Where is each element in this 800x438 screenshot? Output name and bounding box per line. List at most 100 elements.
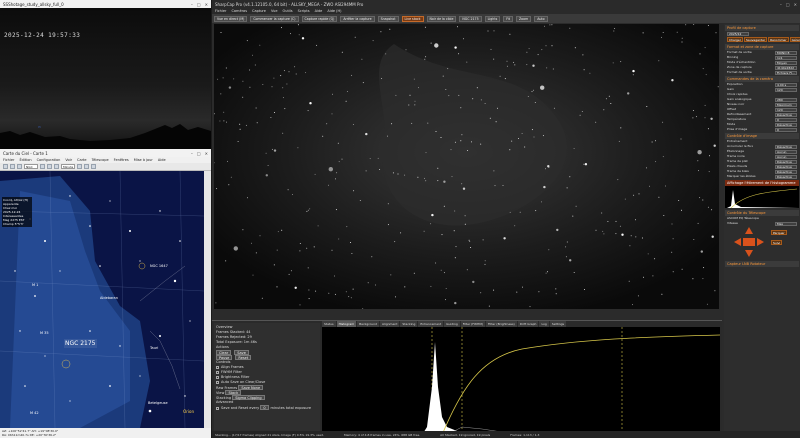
- setting-value[interactable]: MONO 8: [775, 50, 797, 55]
- label-ngc2175[interactable]: NGC 2175: [64, 339, 97, 348]
- toolbar-button[interactable]: Lights: [484, 15, 501, 22]
- save-icon[interactable]: [17, 164, 22, 169]
- zoom-out-icon[interactable]: [54, 164, 59, 169]
- allsky-titlebar[interactable]: SSShotage_study_allsky_full_0 – □ ✕: [0, 0, 211, 8]
- sharpcap-menu-item[interactable]: Aide: [315, 9, 323, 13]
- maximize-icon[interactable]: □: [197, 151, 201, 156]
- toolbar-button[interactable]: Vue en direct (M): [214, 15, 248, 22]
- label-m1[interactable]: M 1: [32, 283, 38, 287]
- skychart-menu-item[interactable]: Fenêtres: [114, 158, 129, 162]
- sharpcap-window-controls[interactable]: – □ ✕: [780, 2, 797, 7]
- skychart-menu-item[interactable]: Carte: [77, 158, 87, 162]
- stacking-select[interactable]: Sigma Clipping: [232, 395, 265, 400]
- brightness-filter-checkbox[interactable]: [216, 375, 219, 379]
- histogram-graph[interactable]: [322, 327, 721, 436]
- skychart-menu-item[interactable]: Configuration: [37, 158, 61, 162]
- toolbar-button[interactable]: Capture rapide (Q): [301, 15, 338, 22]
- setting-value[interactable]: Désactivé: [775, 169, 797, 174]
- setting-value[interactable]: 4.00 s: [775, 82, 797, 87]
- sharpcap-menu-item[interactable]: Fichier: [215, 9, 226, 13]
- sharpcap-titlebar[interactable]: SharpCap Pro (v4.1.12105.0, 64 bit) - AL…: [212, 0, 800, 8]
- toolbar-button[interactable]: Arrêter la capture: [340, 15, 375, 22]
- label-tauri[interactable]: Tauri: [150, 346, 158, 350]
- save-reset-checkbox[interactable]: [216, 406, 219, 410]
- window-controls[interactable]: – □ ✕: [191, 2, 208, 7]
- label-m42[interactable]: M 42: [30, 411, 39, 415]
- label-m35[interactable]: M 35: [40, 331, 49, 335]
- minimize-icon[interactable]: –: [191, 2, 193, 7]
- setting-value[interactable]: 4144x2822: [775, 65, 797, 70]
- setting-value[interactable]: Max: [775, 221, 797, 226]
- new-chart-icon[interactable]: [3, 164, 8, 169]
- search-input[interactable]: NGC: [24, 164, 38, 169]
- profile-button[interactable]: Sauvegarder: [744, 37, 768, 42]
- telescope-icon[interactable]: [91, 164, 96, 169]
- skychart-menu-item[interactable]: Édition: [19, 158, 31, 162]
- setting-value[interactable]: 280: [775, 97, 797, 102]
- toolbar-button[interactable]: Commencer la capture (C): [250, 15, 299, 22]
- direction-pad[interactable]: [729, 226, 769, 258]
- setting-value[interactable]: Désactivé: [775, 174, 797, 179]
- toolbar-button[interactable]: Auto: [534, 15, 548, 22]
- toolbar-button[interactable]: Zoom: [516, 15, 532, 22]
- reset-button[interactable]: Reset: [235, 355, 252, 360]
- skychart-menu-item[interactable]: Fichier: [3, 158, 14, 162]
- setting-value[interactable]: Maximum: [775, 102, 797, 107]
- toolbar-button[interactable]: Noir de la cible: [426, 15, 457, 22]
- sharpcap-menu-item[interactable]: Caméras: [231, 9, 247, 13]
- toolbar-button[interactable]: Snapshot: [377, 15, 399, 22]
- rotator-header[interactable]: Capteur LNB Rotateur: [725, 261, 799, 267]
- grid-icon[interactable]: [84, 164, 89, 169]
- setting-value[interactable]: 1x1: [775, 55, 797, 60]
- play-icon[interactable]: [77, 164, 82, 169]
- label-aldebaran[interactable]: Aldebaran: [100, 296, 118, 300]
- sharpcap-menu-item[interactable]: Scripts: [298, 9, 310, 13]
- profile-select[interactable]: 2025/12: [727, 31, 749, 36]
- mini-histogram[interactable]: [725, 186, 799, 209]
- live-preview[interactable]: [214, 24, 719, 309]
- skychart-window-controls[interactable]: – □ ✕: [191, 151, 208, 156]
- toolbar-button[interactable]: Live stack: [401, 15, 424, 22]
- sharpcap-menu-item[interactable]: Capture: [252, 9, 266, 13]
- save-reset-input[interactable]: 0: [260, 405, 269, 410]
- auto-save-checkbox[interactable]: [216, 380, 219, 384]
- close-icon[interactable]: ✕: [205, 2, 208, 7]
- minimize-icon[interactable]: –: [191, 151, 193, 156]
- label-ngc1647[interactable]: NGC 1647: [150, 264, 168, 268]
- setting-value[interactable]: Fichiers FI...: [775, 70, 797, 75]
- maximize-icon[interactable]: □: [786, 2, 790, 7]
- setting-value[interactable]: Moyen: [775, 60, 797, 65]
- open-icon[interactable]: [10, 164, 15, 169]
- profile-button[interactable]: Charger: [727, 37, 743, 42]
- skychart-titlebar[interactable]: Carte du Ciel - Carte 1 – □ ✕: [0, 149, 211, 157]
- setting-value[interactable]: Aucun: [775, 154, 797, 159]
- profile-button[interactable]: Gérer: [789, 37, 800, 42]
- skychart-menu-item[interactable]: Voir: [65, 158, 72, 162]
- setting-value[interactable]: 0: [775, 117, 797, 122]
- skychart-scrollbar[interactable]: [204, 171, 211, 428]
- sharpcap-menu-item[interactable]: Outils: [282, 9, 292, 13]
- fwhm-filter-checkbox[interactable]: [216, 370, 219, 374]
- close-icon[interactable]: ✕: [205, 151, 208, 156]
- toolbar-button[interactable]: Fit: [503, 15, 513, 22]
- minimize-icon[interactable]: –: [780, 2, 782, 7]
- sharpcap-menu-item[interactable]: Vue: [271, 9, 278, 13]
- setting-value[interactable]: 0: [775, 127, 797, 132]
- setting-value[interactable]: Désactivé: [775, 112, 797, 117]
- skychart-menu-item[interactable]: Aide: [158, 158, 166, 162]
- time-unit-select[interactable]: Minute: [61, 164, 75, 169]
- toolbar-button[interactable]: NGC 2175: [459, 15, 482, 22]
- park-button[interactable]: Parquer: [771, 230, 787, 235]
- setting-value[interactable]: Désactivé: [775, 122, 797, 127]
- sharpcap-menu-item[interactable]: Aide (H): [327, 9, 341, 13]
- profile-button[interactable]: Renommer: [768, 37, 789, 42]
- maximize-icon[interactable]: □: [197, 2, 201, 7]
- setting-value[interactable]: Désactivé: [775, 164, 797, 169]
- setting-value[interactable]: Désactivé: [775, 144, 797, 149]
- search-icon[interactable]: [40, 164, 45, 169]
- setting-value[interactable]: 120: [775, 87, 797, 92]
- skychart-menu-item[interactable]: Mise à jour: [134, 158, 153, 162]
- close-icon[interactable]: ✕: [794, 2, 797, 7]
- align-frames-checkbox[interactable]: [216, 365, 219, 369]
- sky-chart[interactable]: Coord. Alt/Az (H) Apparente Chez moi 2025-1…: [0, 171, 204, 428]
